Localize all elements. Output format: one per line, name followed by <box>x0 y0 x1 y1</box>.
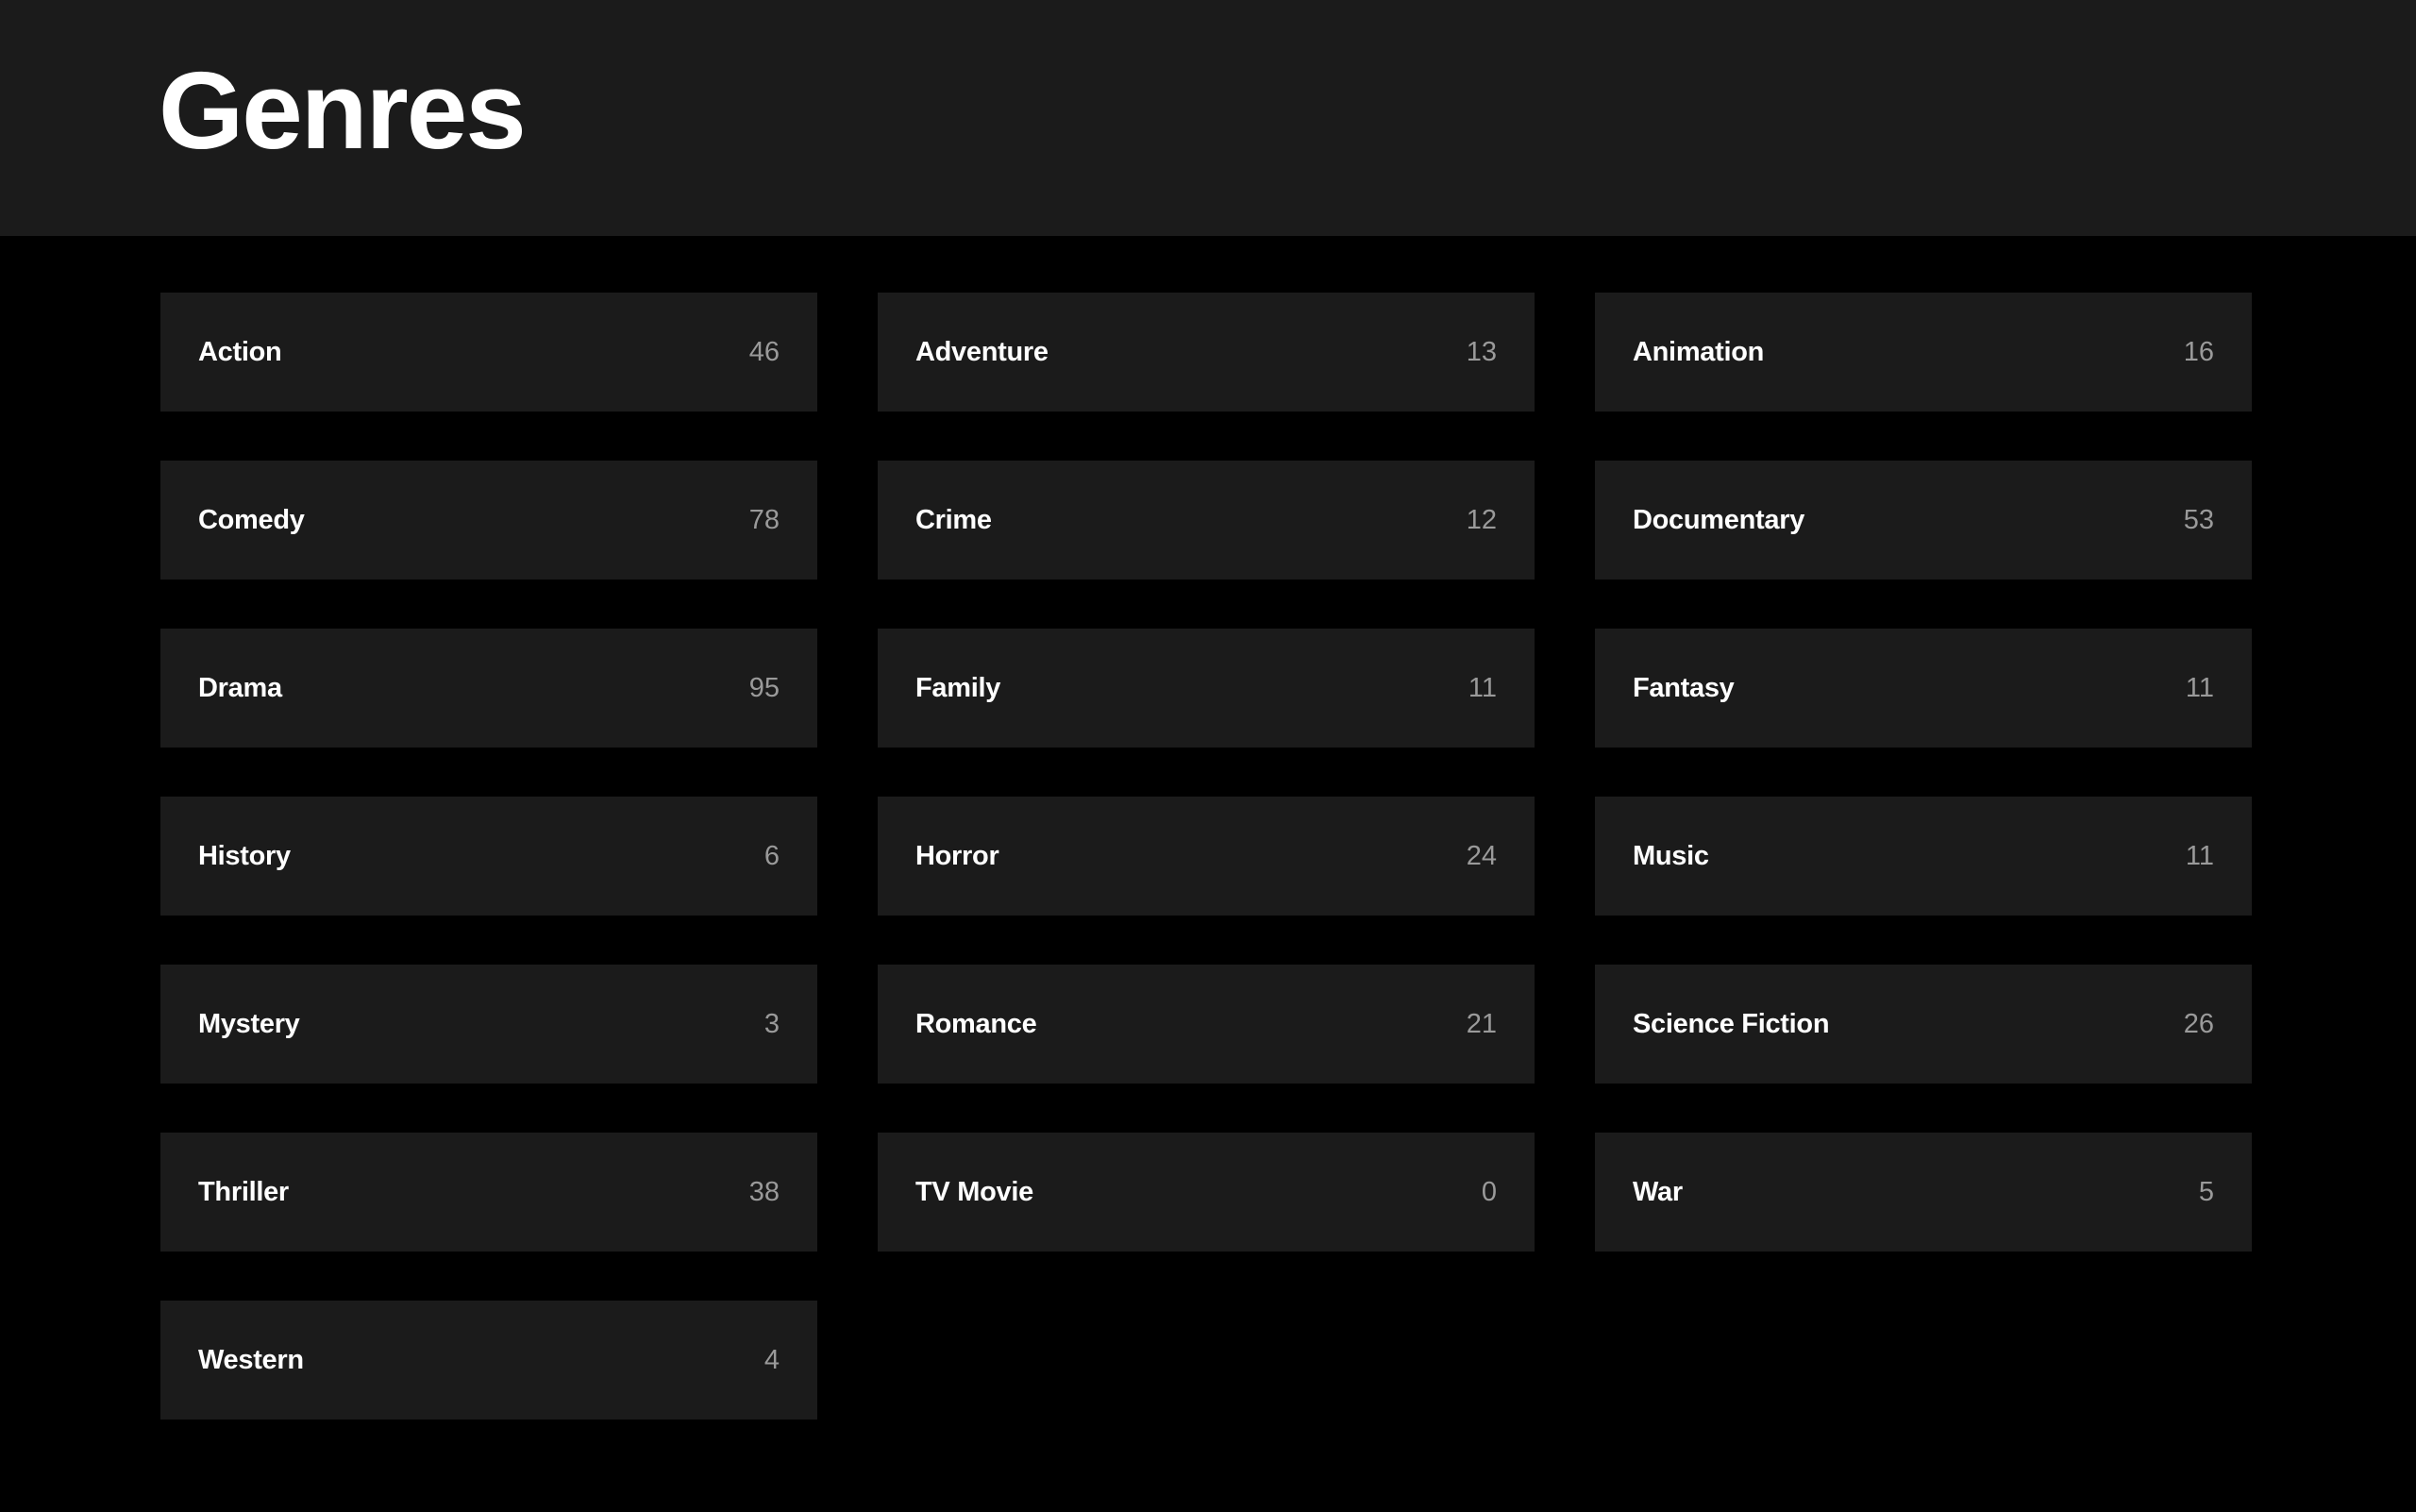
genre-count: 11 <box>1468 672 1497 703</box>
genre-grid: Action 46 Adventure 13 Animation 16 Come… <box>160 293 2252 1420</box>
genre-name: War <box>1633 1176 1683 1207</box>
genre-card-tv-movie[interactable]: TV Movie 0 <box>878 1133 1535 1252</box>
genre-card-family[interactable]: Family 11 <box>878 629 1535 748</box>
genre-count: 0 <box>1481 1176 1497 1207</box>
genre-card-crime[interactable]: Crime 12 <box>878 461 1535 580</box>
genre-card-horror[interactable]: Horror 24 <box>878 797 1535 916</box>
genre-count: 3 <box>763 1008 780 1039</box>
genre-count: 16 <box>2183 336 2214 367</box>
genre-name: Romance <box>915 1008 1037 1039</box>
genre-count: 11 <box>2185 672 2214 703</box>
genre-name: Western <box>198 1344 304 1375</box>
genre-card-documentary[interactable]: Documentary 53 <box>1595 461 2252 580</box>
genre-count: 21 <box>1466 1008 1497 1039</box>
genre-card-romance[interactable]: Romance 21 <box>878 965 1535 1084</box>
genre-count: 4 <box>763 1344 780 1375</box>
genre-name: Thriller <box>198 1176 289 1207</box>
genre-card-mystery[interactable]: Mystery 3 <box>160 965 817 1084</box>
genre-card-history[interactable]: History 6 <box>160 797 817 916</box>
genre-card-adventure[interactable]: Adventure 13 <box>878 293 1535 412</box>
genre-name: Mystery <box>198 1008 300 1039</box>
genre-name: History <box>198 840 291 871</box>
genre-card-animation[interactable]: Animation 16 <box>1595 293 2252 412</box>
genre-count: 95 <box>748 672 780 703</box>
genre-name: Animation <box>1633 336 1765 367</box>
page-title: Genres <box>159 49 527 172</box>
genre-name: Adventure <box>915 336 1049 367</box>
genre-card-comedy[interactable]: Comedy 78 <box>160 461 817 580</box>
genre-count: 78 <box>748 504 780 535</box>
genre-name: Drama <box>198 672 282 703</box>
genre-card-music[interactable]: Music 11 <box>1595 797 2252 916</box>
genre-count: 13 <box>1466 336 1497 367</box>
genre-name: Horror <box>915 840 999 871</box>
genre-card-war[interactable]: War 5 <box>1595 1133 2252 1252</box>
genre-card-drama[interactable]: Drama 95 <box>160 629 817 748</box>
genre-card-western[interactable]: Western 4 <box>160 1301 817 1420</box>
genre-name: Action <box>198 336 282 367</box>
genre-card-action[interactable]: Action 46 <box>160 293 817 412</box>
page-header: Genres <box>0 0 2416 236</box>
genre-name: Fantasy <box>1633 672 1735 703</box>
genre-count: 26 <box>2183 1008 2214 1039</box>
genre-count: 38 <box>748 1176 780 1207</box>
genre-name: Comedy <box>198 504 305 535</box>
genre-count: 5 <box>2198 1176 2214 1207</box>
genre-count: 12 <box>1466 504 1497 535</box>
genre-name: Family <box>915 672 1001 703</box>
genre-card-science-fiction[interactable]: Science Fiction 26 <box>1595 965 2252 1084</box>
genre-name: TV Movie <box>915 1176 1033 1207</box>
genres-page: Genres Action 46 Adventure 13 Animation … <box>0 0 2416 1512</box>
genre-card-thriller[interactable]: Thriller 38 <box>160 1133 817 1252</box>
genre-name: Crime <box>915 504 992 535</box>
genre-name: Documentary <box>1633 504 1805 535</box>
genre-name: Science Fiction <box>1633 1008 1830 1039</box>
genre-count: 11 <box>2185 840 2214 871</box>
genre-count: 46 <box>748 336 780 367</box>
genre-name: Music <box>1633 840 1709 871</box>
genre-count: 53 <box>2183 504 2214 535</box>
genre-card-fantasy[interactable]: Fantasy 11 <box>1595 629 2252 748</box>
genre-count: 6 <box>763 840 780 871</box>
genre-count: 24 <box>1466 840 1497 871</box>
